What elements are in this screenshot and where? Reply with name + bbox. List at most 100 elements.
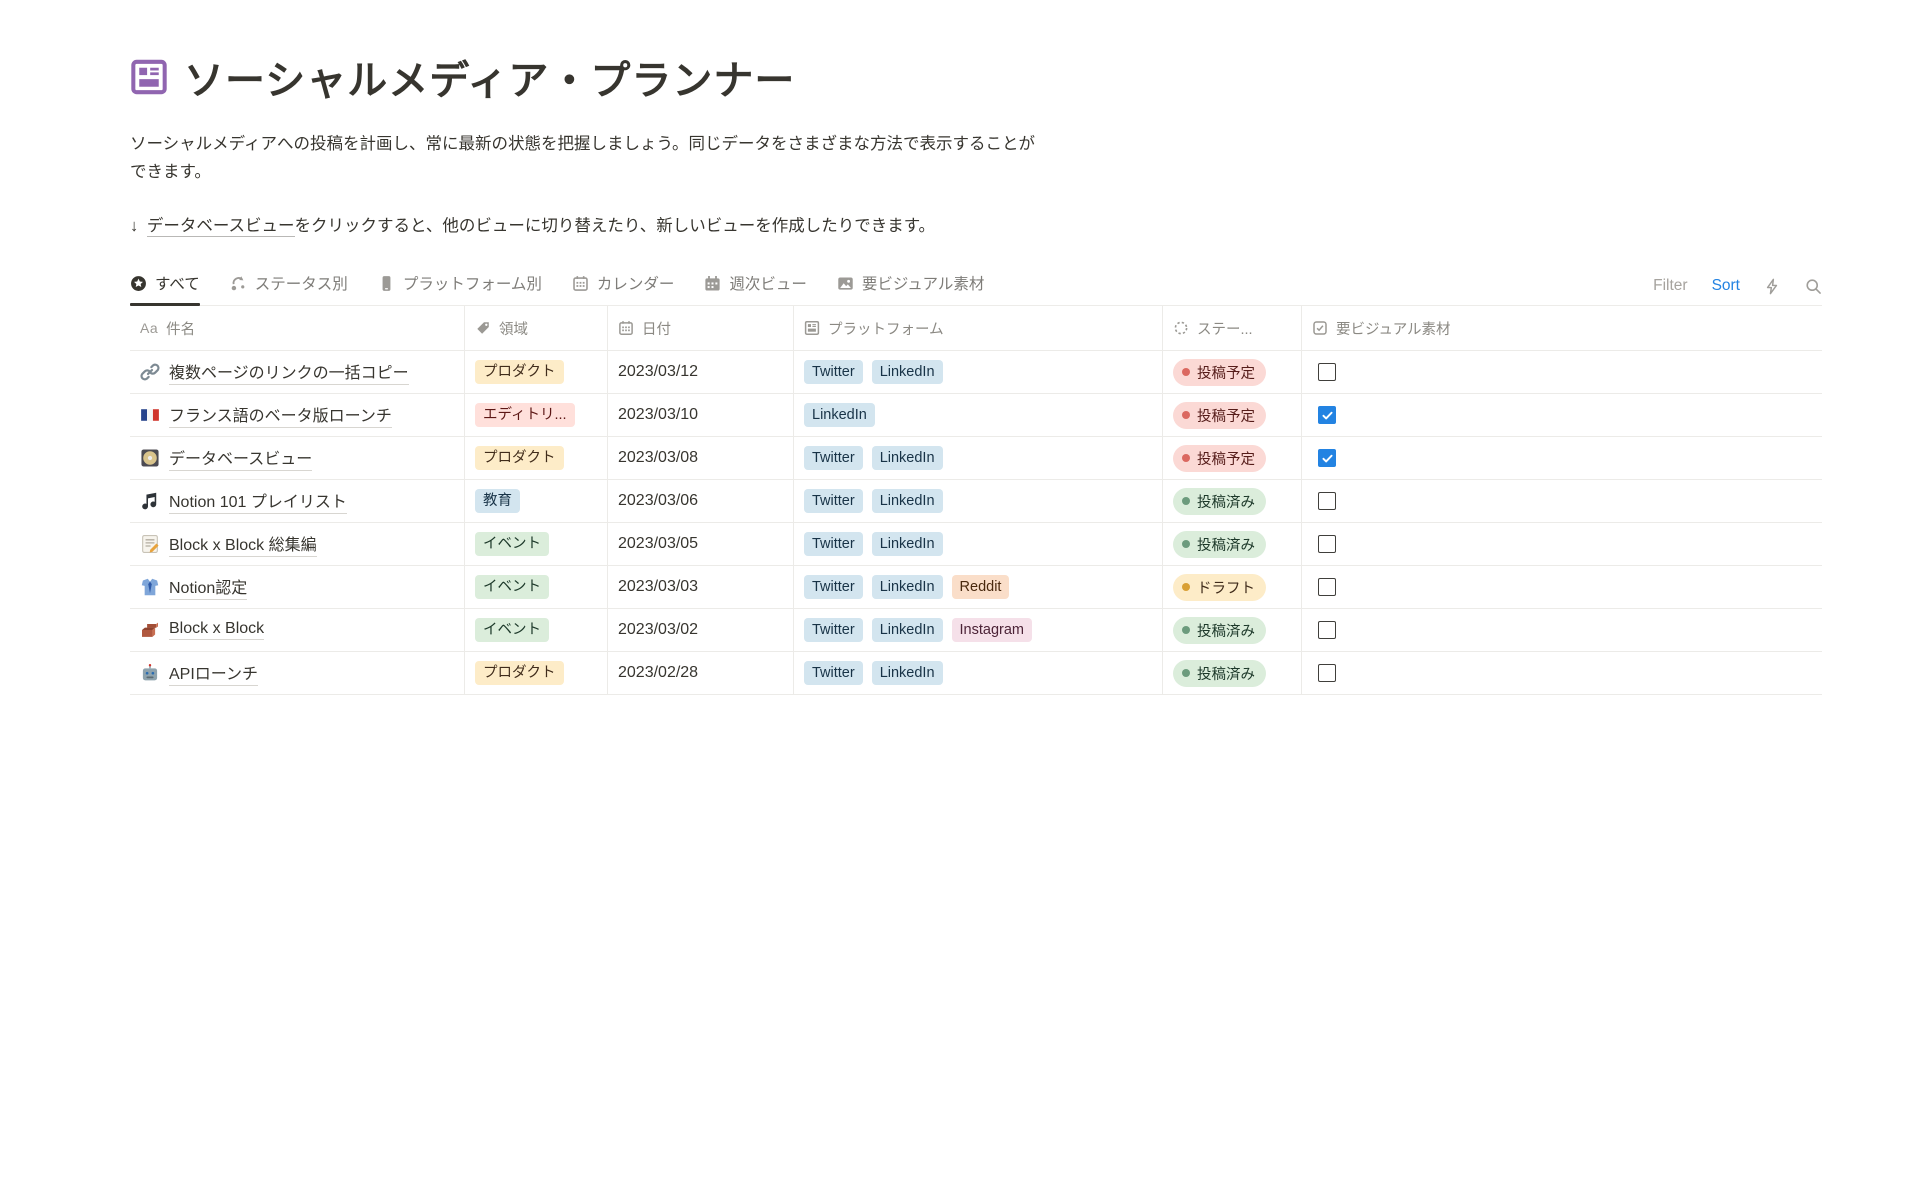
column-header-title[interactable]: Aa件名 — [130, 306, 465, 350]
column-header-visual[interactable]: 要ビジュアル素材 — [1302, 306, 1822, 350]
cell-platform[interactable]: TwitterLinkedInInstagram — [794, 609, 1163, 651]
row-title-link[interactable]: Notion 101 プレイリスト — [169, 488, 347, 514]
cell-area[interactable]: エディトリ... — [465, 394, 608, 436]
platform-tag: Twitter — [804, 618, 863, 641]
description-line-2: できます。 — [130, 158, 1150, 186]
view-tab-by-status[interactable]: ステータス別 — [230, 272, 348, 305]
lightning-icon[interactable] — [1764, 278, 1781, 295]
filter-button[interactable]: Filter — [1653, 277, 1687, 295]
status-dot — [1182, 669, 1190, 677]
cell-status[interactable]: 投稿予定 — [1163, 394, 1302, 436]
view-tab-needs-visual[interactable]: 要ビジュアル素材 — [837, 272, 984, 305]
row-title-link[interactable]: Notion認定 — [169, 574, 247, 600]
cell-date[interactable]: 2023/03/06 — [608, 480, 794, 522]
cell-title[interactable]: Notion 101 プレイリスト — [130, 480, 465, 522]
view-tab-all[interactable]: すべて — [130, 272, 200, 305]
cell-date[interactable]: 2023/03/05 — [608, 523, 794, 565]
search-icon[interactable] — [1805, 278, 1822, 295]
cell-area[interactable]: イベント — [465, 566, 608, 608]
music-note-icon — [140, 491, 160, 511]
column-header-date[interactable]: 日付 — [608, 306, 794, 350]
cell-platform[interactable]: Twitter LinkedIn — [794, 652, 1163, 694]
cell-status[interactable]: 投稿済み — [1163, 609, 1302, 651]
platform-tag: Twitter — [804, 575, 863, 598]
cell-area[interactable]: 教育 — [465, 480, 608, 522]
row-title-link[interactable]: フランス語のベータ版ローンチ — [169, 402, 392, 428]
status-pill: 投稿済み — [1173, 617, 1266, 644]
sort-button[interactable]: Sort — [1712, 277, 1740, 295]
visual-checkbox-unchecked[interactable] — [1318, 578, 1336, 596]
view-tab-by-platform[interactable]: プラットフォーム別 — [378, 272, 542, 305]
visual-checkbox-unchecked[interactable] — [1318, 535, 1336, 553]
cell-platform[interactable]: TwitterLinkedInReddit — [794, 566, 1163, 608]
cell-title[interactable]: Block x Block 総集編 — [130, 523, 465, 565]
table-row: APIローンチ プロダクト2023/02/28 Twitter LinkedIn 投稿済… — [130, 652, 1822, 695]
cell-area[interactable]: プロダクト — [465, 437, 608, 479]
memo-icon — [140, 534, 160, 554]
france-flag-icon — [140, 405, 160, 425]
cell-platform[interactable]: LinkedIn — [794, 394, 1163, 436]
social-media-planner-page: ソーシャルメディア・プランナー ソーシャルメディアへの投稿を計画し、常に最新の状… — [130, 48, 1822, 695]
row-title-link[interactable]: Block x Block — [169, 620, 264, 640]
row-title-link[interactable]: 複数ページのリンクの一括コピー — [169, 359, 409, 385]
star-circle-icon — [130, 275, 147, 292]
brick-icon — [140, 620, 160, 640]
status-cycle-icon — [230, 275, 247, 292]
cell-date[interactable]: 2023/03/10 — [608, 394, 794, 436]
column-header-status[interactable]: ステー... — [1163, 306, 1302, 350]
cell-status[interactable]: 投稿済み — [1163, 652, 1302, 694]
cell-visual — [1302, 480, 1822, 522]
visual-checkbox-checked[interactable] — [1318, 449, 1336, 467]
cell-title[interactable]: Block x Block — [130, 609, 465, 651]
visual-checkbox-unchecked[interactable] — [1318, 621, 1336, 639]
cell-platform[interactable]: TwitterLinkedIn — [794, 480, 1163, 522]
cell-date[interactable]: 2023/03/03 — [608, 566, 794, 608]
platform-tag: Twitter — [804, 661, 863, 684]
date-value: 2023/03/03 — [618, 578, 698, 596]
cell-status[interactable]: 投稿済み — [1163, 480, 1302, 522]
cell-title[interactable]: 複数ページのリンクの一括コピー — [130, 351, 465, 393]
status-dot — [1182, 583, 1190, 591]
row-title-link[interactable]: Block x Block 総集編 — [169, 531, 317, 557]
page-title: ソーシャルメディア・プランナー — [184, 48, 795, 106]
cell-area[interactable]: イベント — [465, 609, 608, 651]
cell-title[interactable]: APIローンチ — [130, 652, 465, 694]
cell-date[interactable]: 2023/03/08 — [608, 437, 794, 479]
status-label: 投稿済み — [1197, 491, 1255, 512]
cell-status[interactable]: ドラフト — [1163, 566, 1302, 608]
row-title-link[interactable]: データベースビュー — [169, 445, 312, 471]
visual-checkbox-unchecked[interactable] — [1318, 363, 1336, 381]
platform-tag: LinkedIn — [804, 403, 875, 426]
row-title-link[interactable]: APIローンチ — [169, 660, 258, 686]
platform-tag: LinkedIn — [872, 661, 943, 684]
cell-platform[interactable]: TwitterLinkedIn — [794, 437, 1163, 479]
column-header-platform[interactable]: プラットフォーム — [794, 306, 1163, 350]
cell-area[interactable]: イベント — [465, 523, 608, 565]
cell-platform[interactable]: TwitterLinkedIn — [794, 351, 1163, 393]
view-tab-weekly[interactable]: 週次ビュー — [704, 272, 807, 305]
cell-platform[interactable]: TwitterLinkedIn — [794, 523, 1163, 565]
table-controls: Filter Sort — [1653, 277, 1822, 305]
cell-status[interactable]: 投稿予定 — [1163, 351, 1302, 393]
cell-area[interactable]: プロダクト — [465, 351, 608, 393]
status-pill: 投稿予定 — [1173, 402, 1266, 429]
cell-date[interactable]: 2023/03/02 — [608, 609, 794, 651]
visual-checkbox-unchecked[interactable] — [1318, 492, 1336, 510]
visual-checkbox-checked[interactable] — [1318, 406, 1336, 424]
down-arrow: ↓ — [130, 217, 138, 235]
cell-date[interactable]: 2023/02/28 — [608, 652, 794, 694]
view-tab-calendar[interactable]: カレンダー — [572, 272, 675, 305]
cell-date[interactable]: 2023/03/12 — [608, 351, 794, 393]
database-view-link[interactable]: データベースビュー — [147, 217, 295, 237]
column-header-area[interactable]: 領域 — [465, 306, 608, 350]
cell-status[interactable]: 投稿予定 — [1163, 437, 1302, 479]
table-row: フランス語のベータ版ローンチ エディトリ...2023/03/10 LinkedIn… — [130, 394, 1822, 437]
cell-status[interactable]: 投稿済み — [1163, 523, 1302, 565]
cell-area[interactable]: プロダクト — [465, 652, 608, 694]
cell-title[interactable]: Notion認定 — [130, 566, 465, 608]
status-label: ドラフト — [1197, 577, 1255, 598]
visual-checkbox-unchecked[interactable] — [1318, 664, 1336, 682]
cell-title[interactable]: フランス語のベータ版ローンチ — [130, 394, 465, 436]
image-icon — [837, 275, 854, 292]
cell-title[interactable]: データベースビュー — [130, 437, 465, 479]
